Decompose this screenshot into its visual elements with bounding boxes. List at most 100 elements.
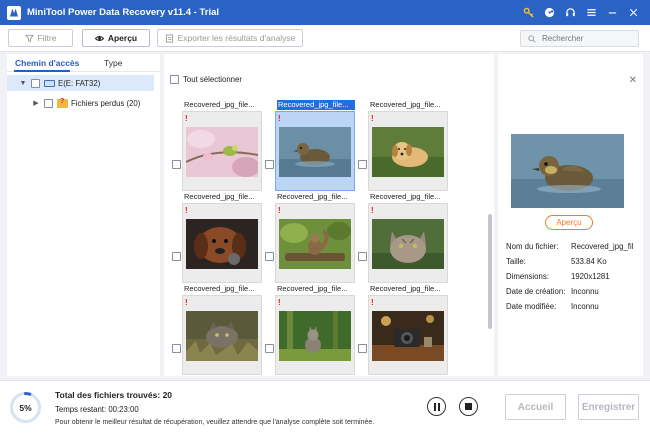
total-label: Total des fichiers trouvés: <box>55 390 161 400</box>
info-value: Recovered_jpg_fil <box>571 242 634 251</box>
thumbnail-kitten-image <box>279 311 351 361</box>
file-checkbox[interactable] <box>172 160 181 169</box>
thumbnail-frame[interactable]: ! <box>265 203 355 283</box>
file-name: Recovered_jpg_file... <box>184 284 255 293</box>
eye-icon <box>94 35 104 41</box>
preview-button[interactable]: Aperçu <box>545 215 593 230</box>
thumbnail-frame[interactable]: ! <box>172 111 262 191</box>
key-icon[interactable] <box>518 0 539 25</box>
thumbnail-frame[interactable]: ! <box>265 295 355 375</box>
select-all-checkbox[interactable] <box>170 75 179 84</box>
export-icon <box>165 33 173 43</box>
file-grid-panel: Tout sélectionner Recovered_jpg_file... … <box>164 54 494 376</box>
info-value: Inconnu <box>571 302 599 311</box>
warning-mark-icon: ! <box>371 298 374 307</box>
time-label: Temps restant: <box>55 405 107 414</box>
window-title: MiniTool Power Data Recovery v11.4 - Tri… <box>27 7 220 18</box>
file-name: Recovered_jpg_file... <box>184 192 255 201</box>
thumbnail-frame[interactable]: ! <box>358 111 448 191</box>
file-checkbox[interactable] <box>265 344 274 353</box>
stop-icon <box>465 403 472 410</box>
file-checkbox[interactable] <box>265 160 274 169</box>
warning-mark-icon: ! <box>185 114 188 123</box>
drive-checkbox[interactable] <box>31 78 40 88</box>
collapse-arrow-icon[interactable]: ▶ <box>31 99 41 107</box>
export-results-button[interactable]: Exporter les résultats d'analyse <box>157 29 303 47</box>
info-value: 1920x1281 <box>571 272 610 281</box>
info-created: Date de création: Inconnu <box>506 287 641 296</box>
info-key: Date de création: <box>506 287 566 296</box>
progress-percent: 5% <box>19 402 32 413</box>
file-checkbox[interactable] <box>358 252 367 261</box>
thumbnail-bird-image <box>186 127 258 177</box>
warning-mark-icon: ! <box>185 298 188 307</box>
warning-mark-icon: ! <box>185 206 188 215</box>
info-key: Dimensions: <box>506 272 549 281</box>
tab-type[interactable]: Type <box>104 58 122 68</box>
thumbnail-frame[interactable]: ! <box>358 295 448 375</box>
menu-icon[interactable] <box>581 0 602 25</box>
warning-mark-icon: ! <box>278 298 281 307</box>
file-checkbox[interactable] <box>265 252 274 261</box>
file-checkbox[interactable] <box>172 252 181 261</box>
home-button[interactable]: Accueil <box>505 394 566 420</box>
pause-icon <box>433 402 436 411</box>
search-input[interactable] <box>542 34 632 43</box>
preview-toolbar-button[interactable]: Aperçu <box>82 29 150 47</box>
preview-duckling-image <box>511 134 624 208</box>
lost-folder-icon <box>57 98 68 108</box>
file-checkbox[interactable] <box>358 160 367 169</box>
tab-path[interactable]: Chemin d'accès <box>15 58 79 68</box>
file-name: Recovered_jpg_file... <box>184 100 255 109</box>
save-button[interactable]: Enregistrer <box>578 394 639 420</box>
search-box[interactable] <box>520 30 639 47</box>
tree-item-drive[interactable]: ▼ E(E: FAT32) <box>7 75 154 91</box>
left-tabs: Chemin d'accès Type <box>7 54 160 72</box>
pause-button[interactable] <box>427 397 446 416</box>
file-name: Recovered_jpg_file... <box>277 284 348 293</box>
status-bar: 5% Total des fichiers trouvés: 20 Temps … <box>0 380 650 433</box>
total-value: 20 <box>162 390 173 400</box>
thumbnail-grid: Recovered_jpg_file... ! Recovered_jpg_fi… <box>164 98 490 376</box>
file-checkbox[interactable] <box>172 344 181 353</box>
thumbnail-puppy-image <box>372 127 444 177</box>
select-all[interactable]: Tout sélectionner <box>170 75 242 84</box>
info-key: Date modifiée: <box>506 302 557 311</box>
select-all-label: Tout sélectionner <box>183 75 242 84</box>
close-icon[interactable] <box>623 0 644 25</box>
drive-icon <box>44 79 55 87</box>
warning-mark-icon: ! <box>371 206 374 215</box>
file-name: Recovered_jpg_file... <box>370 192 441 201</box>
expand-arrow-icon[interactable]: ▼ <box>18 80 28 87</box>
info-value: 533.84 Ko <box>571 257 607 266</box>
thumbnail-squirrel-image <box>279 219 351 269</box>
disc-icon[interactable] <box>539 0 560 25</box>
info-value: Inconnu <box>571 287 599 296</box>
close-preview-icon[interactable]: ✕ <box>629 75 637 86</box>
export-results-label: Exporter les résultats d'analyse <box>177 33 296 43</box>
info-dimensions: Dimensions: 1920x1281 <box>506 272 641 281</box>
toolbar: Filtre Aperçu Exporter les résultats d'a… <box>0 25 650 52</box>
tree-item-lost-files[interactable]: ▶ Fichiers perdus (20) <box>7 95 140 111</box>
time-value: 00:23:00 <box>108 405 139 414</box>
thumbnail-frame[interactable]: ! <box>358 203 448 283</box>
total-files-found: Total des fichiers trouvés: 20 <box>55 390 172 400</box>
thumbnail-duckling-image <box>279 127 351 177</box>
grid-scrollbar[interactable] <box>488 214 492 329</box>
info-modified: Date modifiée: Inconnu <box>506 302 641 311</box>
thumbnail-camera-image <box>372 311 444 361</box>
headset-icon[interactable] <box>560 0 581 25</box>
thumbnail-frame[interactable]: ! <box>172 295 262 375</box>
minimize-icon[interactable] <box>602 0 623 25</box>
time-remaining: Temps restant: 00:23:00 <box>55 405 139 414</box>
filter-button[interactable]: Filtre <box>8 29 73 47</box>
path-panel: Chemin d'accès Type ▼ E(E: FAT32) ▶ Fich… <box>7 54 160 376</box>
thumbnail-frame[interactable]: ! <box>265 111 355 191</box>
file-checkbox[interactable] <box>358 344 367 353</box>
app-window: MiniTool Power Data Recovery v11.4 - Tri… <box>0 0 650 433</box>
info-size: Taille: 533.84 Ko <box>506 257 641 266</box>
thumbnail-frame[interactable]: ! <box>172 203 262 283</box>
lost-files-checkbox[interactable] <box>44 98 53 108</box>
stop-button[interactable] <box>459 397 478 416</box>
active-tab-indicator <box>14 70 70 72</box>
